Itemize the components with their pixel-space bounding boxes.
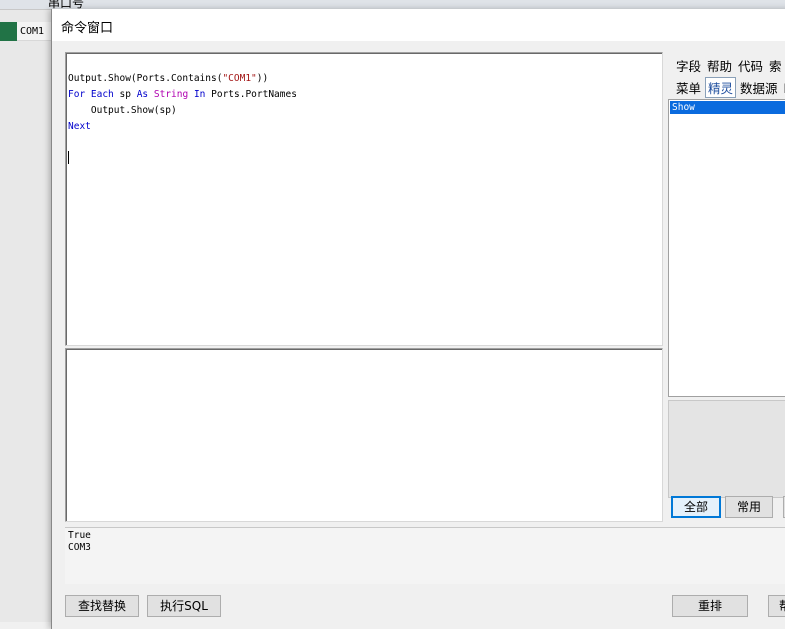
row-selector[interactable] [0, 22, 17, 41]
code-editor[interactable]: Output.Show(Ports.Contains("COM1")) For … [65, 52, 663, 346]
window-title: 命令窗口 [61, 21, 114, 36]
code-line: For Each sp As String In Ports.PortNames [68, 89, 297, 100]
help-button[interactable]: 帮 [768, 595, 785, 617]
tab-index[interactable]: 索 [767, 55, 784, 76]
common-button[interactable]: 常用 [725, 496, 773, 518]
command-window: 命令窗口 Output.Show(Ports.Contains("COM1"))… [51, 9, 785, 629]
all-button[interactable]: 全部 [671, 496, 721, 518]
title-bar[interactable]: 命令窗口 [52, 9, 785, 41]
code-line: Next [68, 121, 91, 132]
output-panel: True COM3 [65, 527, 785, 584]
tab-datasource[interactable]: 数据源 [738, 77, 780, 98]
description-panel [668, 400, 785, 498]
tab-wizard[interactable]: 精灵 [705, 77, 737, 98]
background-grid [0, 0, 52, 622]
secondary-editor[interactable] [65, 348, 663, 522]
wizard-list[interactable]: Show [668, 99, 785, 397]
tab-menu[interactable]: 菜单 [674, 77, 703, 98]
tab-fields[interactable]: 字段 [674, 55, 703, 76]
text-caret [68, 151, 69, 164]
find-replace-button[interactable]: 查找替换 [65, 595, 139, 617]
code-text: Output.Show(Ports.Contains("COM1")) For … [68, 71, 297, 135]
output-text: True COM3 [68, 530, 91, 553]
tab-code[interactable]: 代码 [736, 55, 765, 76]
rearrange-button[interactable]: 重排 [672, 595, 748, 617]
side-tabs-row1: 字段 帮助 代码索 [674, 55, 785, 76]
tab-help[interactable]: 帮助 [705, 55, 734, 76]
exec-sql-button[interactable]: 执行SQL [147, 595, 221, 617]
code-line: Output.Show(Ports.Contains("COM1")) [68, 73, 269, 84]
list-item[interactable]: Show [670, 101, 785, 114]
tab-more[interactable]: l [782, 80, 785, 97]
code-line: Output.Show(sp) [68, 105, 177, 116]
side-tabs-row2: 菜单精灵数据源l [674, 77, 785, 98]
